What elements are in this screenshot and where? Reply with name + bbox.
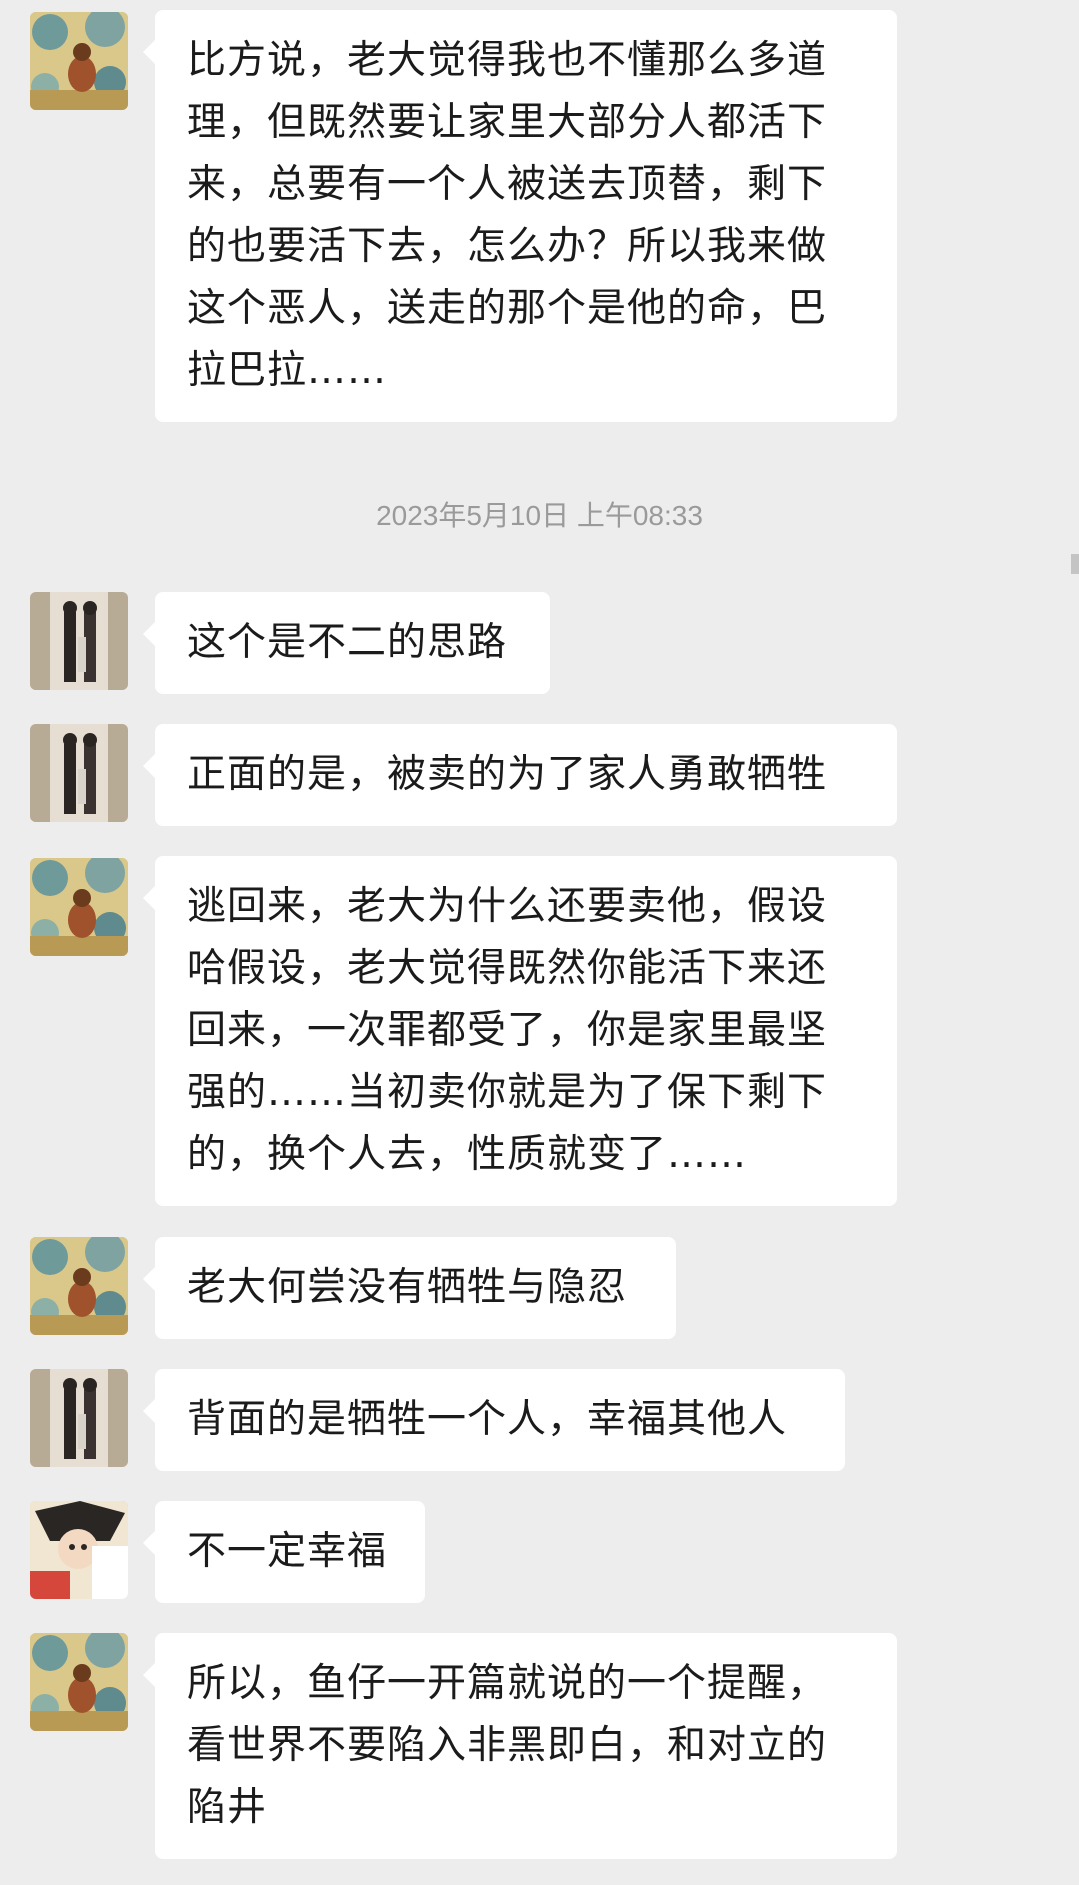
message-bubble[interactable]: 比方说，老大觉得我也不懂那么多道 理，但既然要让家里大部分人都活下 来，总要有一…	[143, 10, 897, 422]
avatar[interactable]	[30, 1633, 128, 1731]
message-bubble[interactable]: 这个是不二的思路	[143, 592, 550, 694]
avatar[interactable]	[30, 1501, 128, 1599]
message-bubble[interactable]: 所以，鱼仔一开篇就说的一个提醒， 看世界不要陷入非黑即白，和对立的 陷井	[143, 1633, 897, 1859]
message-bubble[interactable]: 不一定幸福	[143, 1501, 425, 1603]
avatar[interactable]	[30, 12, 128, 110]
avatar[interactable]	[30, 724, 128, 822]
avatar[interactable]	[30, 1369, 128, 1467]
avatar[interactable]	[30, 858, 128, 956]
timestamp: 2023年5月10日 上午08:33	[376, 500, 703, 531]
scrollbar-thumb[interactable]	[1071, 554, 1079, 574]
message-bubble[interactable]: 正面的是，被卖的为了家人勇敢牺牲	[143, 724, 897, 826]
message-bubble[interactable]: 老大何尝没有牺牲与隐忍	[143, 1237, 676, 1339]
avatar[interactable]	[30, 1237, 128, 1335]
message-bubble[interactable]: 背面的是牺牲一个人，幸福其他人	[143, 1369, 845, 1471]
message-bubble[interactable]: 逃回来，老大为什么还要卖他，假设 哈假设，老大觉得既然你能活下来还 回来，一次罪…	[143, 856, 897, 1206]
avatar[interactable]	[30, 592, 128, 690]
